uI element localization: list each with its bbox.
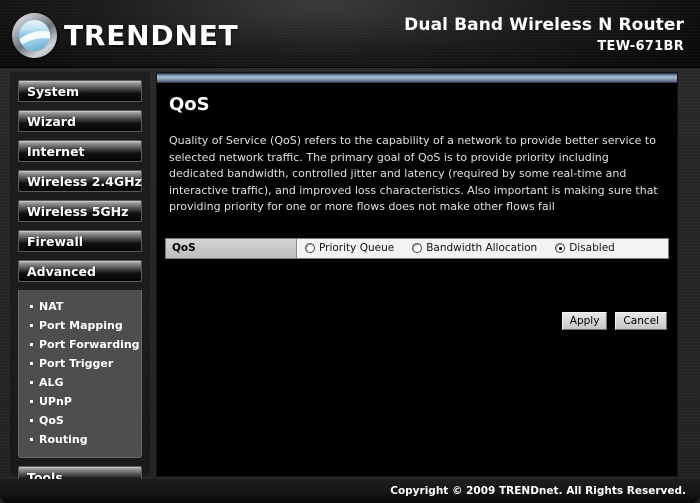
qos-row-label: QoS	[166, 238, 297, 258]
sidebar-subitem-routing[interactable]: Routing	[19, 430, 141, 449]
sidebar-item-system[interactable]: System	[18, 80, 142, 102]
model-info: Dual Band Wireless N Router TEW-671BR	[404, 15, 684, 54]
sidebar-item-internet[interactable]: Internet	[18, 140, 142, 162]
sidebar-subitem-label: NAT	[39, 300, 64, 313]
bullet-icon	[30, 305, 33, 308]
sidebar-subitem-qos[interactable]: QoS	[19, 411, 141, 430]
qos-setting-row: QoS Priority Queue Bandwidth Allocation …	[165, 237, 669, 259]
bullet-icon	[30, 381, 33, 384]
sidebar-item-wireless-24ghz[interactable]: Wireless 2.4GHz	[18, 170, 142, 192]
sidebar-item-label: Advanced	[27, 263, 96, 279]
sidebar-subitem-label: Port Forwarding	[39, 338, 140, 351]
bullet-icon	[30, 400, 33, 403]
router-admin-page: TRENDNET Dual Band Wireless N Router TEW…	[0, 0, 700, 503]
sidebar-item-wizard[interactable]: Wizard	[18, 110, 142, 132]
sidebar-item-label: Wireless 5GHz	[27, 203, 129, 219]
sidebar-item-label: System	[27, 83, 80, 99]
page-title: QoS	[169, 94, 210, 115]
sidebar-subitem-port-mapping[interactable]: Port Mapping	[19, 316, 141, 335]
radio-priority-queue-icon[interactable]	[305, 243, 315, 253]
radio-bandwidth-allocation-icon[interactable]	[412, 243, 423, 253]
sidebar-subitem-upnp[interactable]: UPnP	[19, 392, 141, 411]
radio-disabled[interactable]: Disabled	[555, 242, 615, 254]
page-footer: Copyright © 2009 TRENDnet. All Rights Re…	[0, 479, 700, 503]
bullet-icon	[30, 343, 33, 346]
globe-inner	[19, 20, 50, 51]
brand-logo[interactable]: TRENDNET	[12, 13, 239, 58]
radio-bandwidth-allocation-label: Bandwidth Allocation	[426, 242, 538, 254]
sidebar-subitem-label: Port Mapping	[39, 319, 123, 332]
bullet-icon	[30, 419, 33, 422]
model-number: TEW-671BR	[597, 39, 684, 54]
bullet-icon	[30, 438, 33, 441]
sidebar-subitem-label: ALG	[39, 376, 64, 389]
sidebar-item-advanced[interactable]: Advanced	[18, 260, 142, 282]
sidebar-subitem-label: Port Trigger	[39, 357, 114, 370]
sidebar-item-label: Wizard	[27, 113, 76, 129]
content-accent-bar	[157, 73, 677, 84]
copyright-text: Copyright © 2009 TRENDnet. All Rights Re…	[390, 485, 686, 497]
sidebar-item-label: Internet	[27, 143, 85, 159]
sidebar-subitem-port-forwarding[interactable]: Port Forwarding	[19, 335, 141, 354]
radio-priority-queue[interactable]: Priority Queue	[305, 242, 394, 254]
cancel-button[interactable]: Cancel	[615, 311, 667, 330]
main-content-panel: QoS Quality of Service (QoS) refers to t…	[156, 72, 678, 477]
bullet-icon	[30, 362, 33, 365]
sidebar-item-label: Wireless 2.4GHz	[27, 173, 142, 189]
radio-bandwidth-allocation[interactable]: Bandwidth Allocation	[412, 242, 537, 254]
apply-button[interactable]: Apply	[561, 311, 608, 330]
sidebar-subitem-nat[interactable]: NAT	[19, 297, 141, 316]
sidebar-item-label: Firewall	[27, 233, 84, 249]
sidebar-subitem-label: UPnP	[39, 395, 72, 408]
qos-description: Quality of Service (QoS) refers to the c…	[169, 134, 658, 213]
page-header: TRENDNET Dual Band Wireless N Router TEW…	[0, 0, 700, 68]
radio-priority-queue-label: Priority Queue	[319, 242, 395, 254]
sidebar-item-wireless-5ghz[interactable]: Wireless 5GHz	[18, 200, 142, 222]
radio-disabled-label: Disabled	[569, 242, 615, 254]
sidebar-subitem-alg[interactable]: ALG	[19, 373, 141, 392]
sidebar-subitem-label: Routing	[39, 433, 88, 446]
bullet-icon	[30, 324, 33, 327]
qos-radio-group: Priority Queue Bandwidth Allocation Disa…	[297, 238, 668, 258]
sidebar-nav: System Wizard Internet Wireless 2.4GHz W…	[10, 72, 150, 488]
sidebar-submenu-advanced: NAT Port Mapping Port Forwarding Port Tr…	[18, 290, 142, 458]
qos-row-label-text: QoS	[172, 242, 196, 254]
sidebar-item-firewall[interactable]: Firewall	[18, 230, 142, 252]
radio-disabled-icon[interactable]	[555, 243, 566, 253]
model-title: Dual Band Wireless N Router	[404, 15, 684, 35]
form-actions: Apply Cancel	[157, 311, 667, 330]
sidebar-subitem-label: QoS	[39, 414, 64, 427]
sidebar-subitem-port-trigger[interactable]: Port Trigger	[19, 354, 141, 373]
brand-name: TRENDNET	[64, 19, 239, 52]
trendnet-globe-icon	[12, 13, 57, 58]
